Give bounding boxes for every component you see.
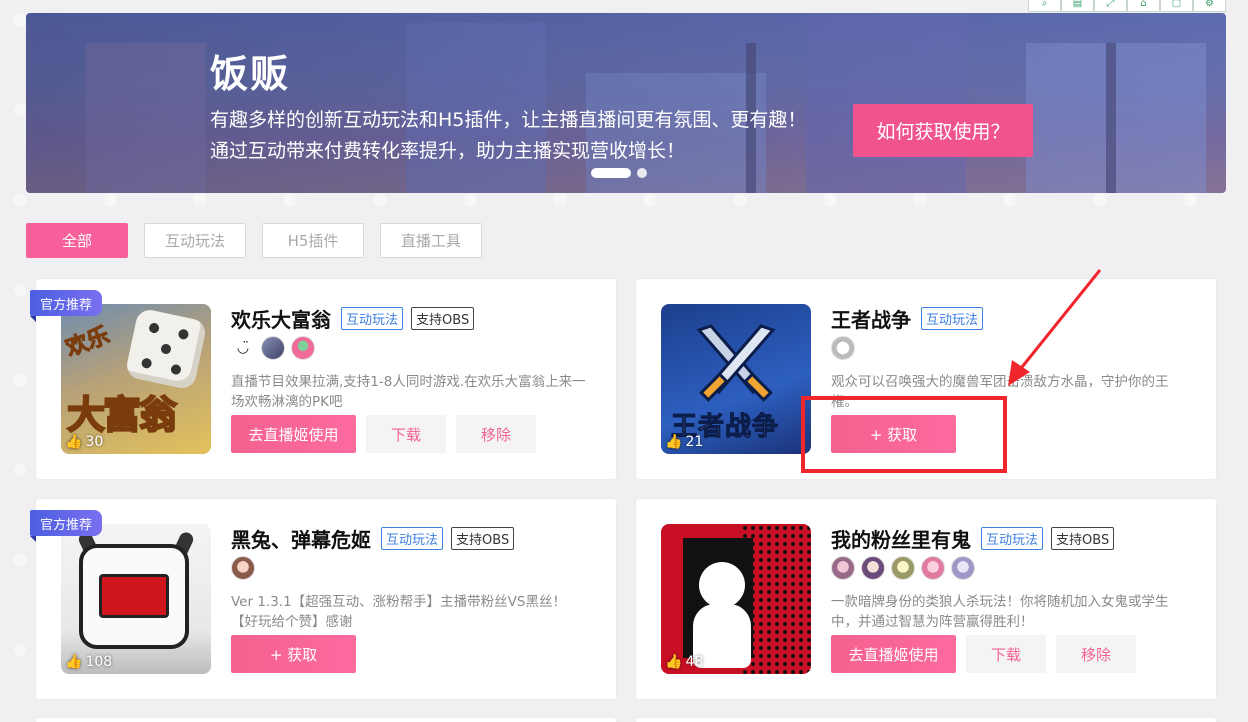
official-badge: 官方推荐 — [30, 510, 103, 542]
tag-interactive: 互动玩法 — [381, 527, 444, 550]
use-in-livehime-button[interactable]: 去直播姬使用 — [231, 415, 356, 453]
tag-interactive: 互动玩法 — [921, 307, 984, 330]
carousel-dot-2[interactable] — [637, 168, 647, 178]
download-button[interactable]: 下载 — [366, 415, 446, 453]
rabbit-face-image — [79, 544, 189, 649]
carousel-dots — [591, 168, 647, 178]
plugin-card — [636, 718, 1216, 722]
tag-interactive: 互动玩法 — [981, 527, 1044, 550]
window-icon[interactable]: ▢ — [1160, 0, 1193, 12]
avatar — [831, 336, 855, 360]
tag-obs: 支持OBS — [1051, 527, 1115, 550]
like-count: 👍 30 — [65, 434, 104, 450]
plugin-thumbnail[interactable]: 👍 48 — [661, 524, 811, 674]
banner-title: 饭贩 — [210, 52, 291, 96]
plugin-card — [36, 718, 616, 722]
remove-button[interactable]: 移除 — [456, 415, 536, 453]
like-count: 👍 21 — [665, 434, 704, 450]
tab-h5-plugins[interactable]: H5插件 — [262, 223, 364, 258]
filter-tabs: 全部 互动玩法 H5插件 直播工具 — [26, 223, 482, 258]
expand-icon[interactable]: ⤢ — [1094, 0, 1127, 12]
thumbs-up-icon: 👍 — [65, 654, 83, 670]
like-count: 👍 108 — [65, 654, 113, 670]
remove-button[interactable]: 移除 — [1056, 635, 1136, 673]
dice-image — [124, 307, 208, 391]
avatar: ◡̈ — [236, 340, 250, 356]
plugin-description: 直播节目效果拉满,支持1-8人同时游戏.在欢乐大富翁上来一场欢畅淋漓的PK吧 — [231, 374, 586, 410]
avatar — [291, 336, 315, 360]
search-icon[interactable]: ⌕ — [1028, 0, 1061, 12]
like-count: 👍 48 — [665, 654, 704, 670]
avatar — [831, 556, 855, 580]
tag-obs: 支持OBS — [451, 527, 515, 550]
download-button[interactable]: 下载 — [966, 635, 1046, 673]
document-icon[interactable]: ▤ — [1061, 0, 1094, 12]
avatar — [861, 556, 885, 580]
tag-interactive: 互动玩法 — [341, 307, 404, 330]
top-toolbar: ⌕ ▤ ⤢ ⌂ ▢ ⚙ — [1028, 0, 1226, 12]
user-avatars — [831, 556, 975, 580]
plugin-title: 王者战争 — [831, 308, 911, 332]
tab-interactive[interactable]: 互动玩法 — [144, 223, 246, 258]
crossed-swords-icon — [696, 324, 776, 402]
tab-all[interactable]: 全部 — [26, 223, 128, 258]
hero-banner: 饭贩 有趣多样的创新互动玩法和H5插件，让主播直播间更有氛围、更有趣！通过互动带… — [26, 13, 1226, 193]
plugin-title: 黑兔、弹幕危姬 — [231, 528, 371, 552]
plugin-card: 👍 48 我的粉丝里有鬼 互动玩法 支持OBS 一款暗牌身份的类狼人杀玩法！你将随… — [636, 499, 1216, 699]
avatar — [891, 556, 915, 580]
user-avatars — [231, 556, 255, 580]
plugin-thumbnail[interactable]: 王者战争 👍 21 — [661, 304, 811, 454]
plugin-thumbnail[interactable]: 欢乐 大富翁 👍 30 — [61, 304, 211, 454]
plugin-description: Ver 1.3.1【超强互动、涨粉帮手】主播带粉丝VS黑丝！【好玩给个赞】感谢 — [231, 594, 566, 630]
get-button[interactable]: + 获取 — [231, 635, 356, 673]
home-icon[interactable]: ⌂ — [1127, 0, 1160, 12]
avatar — [921, 556, 945, 580]
thumbs-up-icon: 👍 — [65, 434, 83, 450]
official-badge: 官方推荐 — [30, 290, 103, 322]
avatar — [231, 556, 255, 580]
annotation-highlight-box — [801, 396, 1007, 473]
tag-obs: 支持OBS — [411, 307, 475, 330]
plugin-description: 一款暗牌身份的类狼人杀玩法！你将随机加入女鬼或学生中，并通过智慧为阵营赢得胜利！ — [831, 594, 1169, 630]
avatar — [261, 336, 285, 360]
settings-icon[interactable]: ⚙ — [1193, 0, 1226, 12]
avatar — [951, 556, 975, 580]
plugin-thumbnail[interactable]: 👍 108 — [61, 524, 211, 674]
banner-description: 有趣多样的创新互动玩法和H5插件，让主播直播间更有氛围、更有趣！通过互动带来付费… — [210, 109, 807, 162]
tab-live-tools[interactable]: 直播工具 — [380, 223, 482, 258]
thumbs-up-icon: 👍 — [665, 654, 683, 670]
user-avatars: ◡̈ — [231, 336, 315, 360]
use-in-livehime-button[interactable]: 去直播姬使用 — [831, 635, 956, 673]
plugin-title: 我的粉丝里有鬼 — [831, 528, 971, 552]
ghost-figure-image — [699, 562, 745, 608]
plugin-title: 欢乐大富翁 — [231, 308, 331, 332]
thumbs-up-icon: 👍 — [665, 434, 683, 450]
user-avatars — [831, 336, 855, 360]
plugin-card: 官方推荐 👍 108 黑兔、弹幕危姬 互动玩法 支持OBS Ver 1.3.1【超… — [30, 499, 616, 699]
carousel-dot-1[interactable] — [591, 168, 631, 178]
plugin-card: 官方推荐 欢乐 大富翁 👍 30 欢乐大富翁 互动玩法 支持OBS ◡̈ 直播节目… — [30, 279, 616, 479]
how-to-use-button[interactable]: 如何获取使用？ — [853, 104, 1033, 157]
